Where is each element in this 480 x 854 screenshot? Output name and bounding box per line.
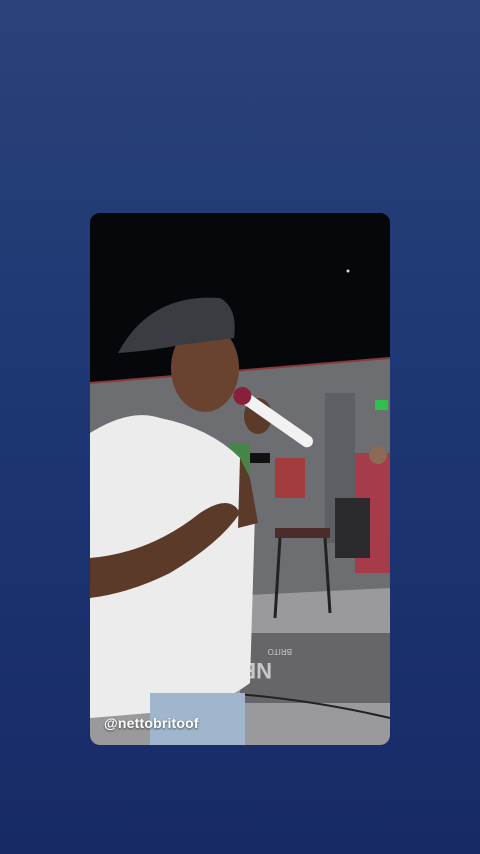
story-media-card[interactable]: NETTO BRITO @nettobritoof: [90, 213, 390, 745]
creator-handle: @nettobritoof: [104, 715, 199, 731]
exit-sign: [375, 400, 388, 410]
floor-logo-subtext: BRITO: [268, 647, 292, 656]
rehearsal-photo: NETTO BRITO: [90, 213, 390, 745]
